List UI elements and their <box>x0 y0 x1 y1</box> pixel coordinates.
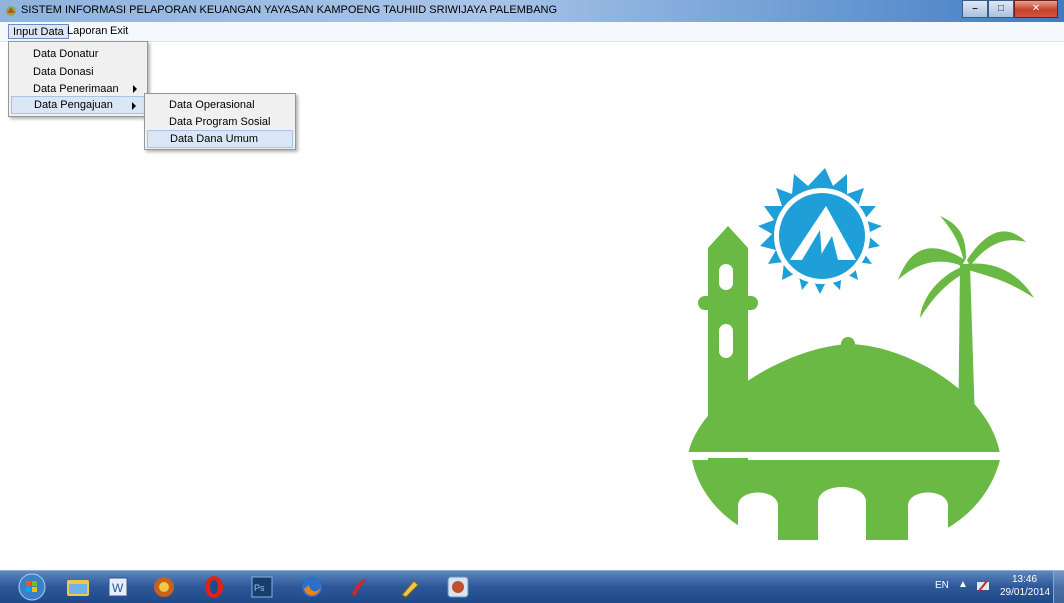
close-button[interactable]: ✕ <box>1014 0 1058 18</box>
menu-item-label: Data Pengajuan <box>34 99 113 111</box>
language-indicator[interactable]: EN <box>935 580 949 591</box>
submenu-arrow-icon <box>133 85 137 93</box>
rose-icon <box>352 579 368 595</box>
opera-icon <box>205 576 223 598</box>
taskbar-opera[interactable] <box>196 573 232 601</box>
firefox-icon <box>302 577 322 597</box>
taskbar: W Ps EN ▲ 13:46 29/01/2014 <box>0 570 1064 603</box>
window-controls: – □ ✕ <box>962 0 1058 18</box>
show-hidden-icons[interactable]: ▲ <box>958 579 968 590</box>
menu-item-data-pengajuan[interactable]: Data Pengajuan <box>11 96 145 114</box>
taskbar-photoshop[interactable]: Ps <box>244 573 280 601</box>
maximize-button[interactable]: □ <box>988 0 1014 18</box>
folder-icon <box>67 580 89 596</box>
kampoeng-tauhiid-logo <box>684 168 1034 540</box>
app-icon <box>447 576 469 598</box>
menu-item-data-donasi[interactable]: Data Donasi <box>11 63 145 81</box>
taskbar-app[interactable] <box>440 573 476 601</box>
taskbar-rose[interactable] <box>342 573 378 601</box>
tool-icon <box>401 580 419 598</box>
photoshop-icon: Ps <box>251 576 273 598</box>
taskbar-explorer[interactable] <box>60 573 96 601</box>
sun-icon <box>758 168 882 294</box>
show-desktop-button[interactable] <box>1053 571 1064 603</box>
submenu-arrow-icon <box>132 102 136 110</box>
menu-item-data-operasional[interactable]: Data Operasional <box>147 96 293 114</box>
menu-bar: Input Data Laporan Exit <box>0 22 1064 42</box>
svg-text:Ps: Ps <box>254 583 265 593</box>
menu-laporan[interactable]: Laporan <box>63 24 111 39</box>
taskbar-word[interactable]: W <box>100 573 136 601</box>
pengajuan-submenu: Data Operasional Data Program Sosial Dat… <box>144 93 296 150</box>
menu-item-data-program-sosial[interactable]: Data Program Sosial <box>147 113 293 131</box>
minimize-button[interactable]: – <box>962 0 988 18</box>
windows-start-icon <box>18 573 46 601</box>
menu-item-label: Data Penerimaan <box>33 83 119 95</box>
app-icon <box>6 6 16 16</box>
taskbar-game[interactable] <box>146 573 182 601</box>
word-icon: W <box>108 577 128 597</box>
window-title: SISTEM INFORMASI PELAPORAN KEUANGAN YAYA… <box>21 4 558 16</box>
title-bar: SISTEM INFORMASI PELAPORAN KEUANGAN YAYA… <box>0 0 1064 22</box>
helmet-icon <box>154 577 174 597</box>
network-icon[interactable] <box>976 579 990 593</box>
taskbar-tool[interactable] <box>392 573 428 601</box>
menu-exit[interactable]: Exit <box>106 24 132 39</box>
taskbar-firefox[interactable] <box>294 573 330 601</box>
svg-text:W: W <box>112 581 124 595</box>
menu-item-data-donatur[interactable]: Data Donatur <box>11 45 145 63</box>
clock-date[interactable]: 29/01/2014 <box>1000 587 1050 598</box>
menu-input-data[interactable]: Input Data <box>8 24 69 39</box>
input-data-dropdown: Data Donatur Data Donasi Data Penerimaan… <box>8 41 148 117</box>
clock-time[interactable]: 13:46 <box>1012 574 1037 585</box>
menu-item-data-dana-umum[interactable]: Data Dana Umum <box>147 130 293 148</box>
start-orb-button[interactable] <box>14 573 50 601</box>
